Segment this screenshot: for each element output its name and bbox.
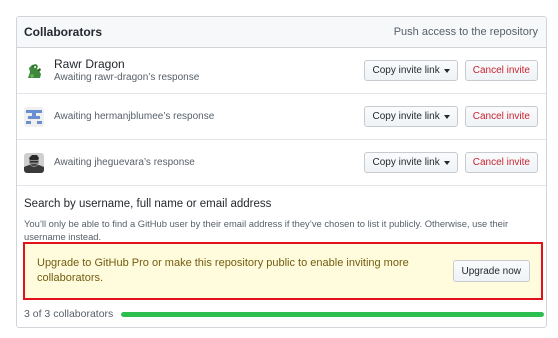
photo-avatar <box>24 152 44 173</box>
dragon-avatar <box>24 60 44 81</box>
cancel-invite-button[interactable]: Cancel invite <box>464 60 538 81</box>
search-note: You’ll only be able to find a GitHub use… <box>24 217 536 243</box>
caret-down-icon <box>443 68 450 73</box>
copy-invite-link-button[interactable]: Copy invite link <box>364 152 458 173</box>
search-section: Search by username, full name or email a… <box>17 186 546 243</box>
copy-invite-link-label: Copy invite link <box>372 157 440 168</box>
collaborators-panel: Collaborators Push access to the reposit… <box>16 16 547 328</box>
collaborator-progress-fill <box>121 311 544 317</box>
cancel-invite-button[interactable]: Cancel invite <box>464 106 538 127</box>
invite-status: Awaiting jheguevara’s response <box>54 157 195 168</box>
invite-status: Awaiting hermanjblumee’s response <box>54 111 215 122</box>
invite-status: Awaiting rawr-dragon’s response <box>54 72 200 83</box>
collaborator-count: 3 of 3 collaborators <box>24 308 114 320</box>
copy-invite-link-button[interactable]: Copy invite link <box>364 60 458 81</box>
collaborator-name: Rawr Dragon <box>54 57 125 71</box>
panel-title: Collaborators <box>24 25 103 39</box>
identicon-avatar <box>24 106 44 127</box>
panel-header: Collaborators Push access to the reposit… <box>17 17 546 48</box>
collaborator-row: Awaiting jheguevara’s response Copy invi… <box>17 140 546 186</box>
collaborator-info: Rawr Dragon Awaiting rawr-dragon’s respo… <box>54 57 364 84</box>
search-note-text: You’ll only be able to find a GitHub use… <box>24 218 509 242</box>
collaborator-limit-footer: 3 of 3 collaborators <box>24 307 544 321</box>
collaborator-info: Awaiting hermanjblumee’s response <box>54 110 364 123</box>
caret-down-icon <box>443 114 450 119</box>
collaborator-row: Awaiting hermanjblumee’s response Copy i… <box>17 94 546 140</box>
collaborator-progress-bar <box>121 311 544 317</box>
collaborator-row: Rawr Dragon Awaiting rawr-dragon’s respo… <box>17 48 546 94</box>
collaborator-info: Awaiting jheguevara’s response <box>54 156 364 169</box>
copy-invite-link-label: Copy invite link <box>372 65 440 76</box>
caret-down-icon <box>443 160 450 165</box>
cancel-invite-button[interactable]: Cancel invite <box>464 152 538 173</box>
search-title: Search by username, full name or email a… <box>24 198 272 210</box>
upgrade-notice: Upgrade to GitHub Pro or make this repos… <box>23 242 543 300</box>
upgrade-now-button[interactable]: Upgrade now <box>452 260 530 282</box>
upgrade-message: Upgrade to GitHub Pro or make this repos… <box>37 257 409 284</box>
copy-invite-link-button[interactable]: Copy invite link <box>364 106 458 127</box>
push-access-label: Push access to the repository <box>393 26 538 38</box>
copy-invite-link-label: Copy invite link <box>372 111 440 122</box>
